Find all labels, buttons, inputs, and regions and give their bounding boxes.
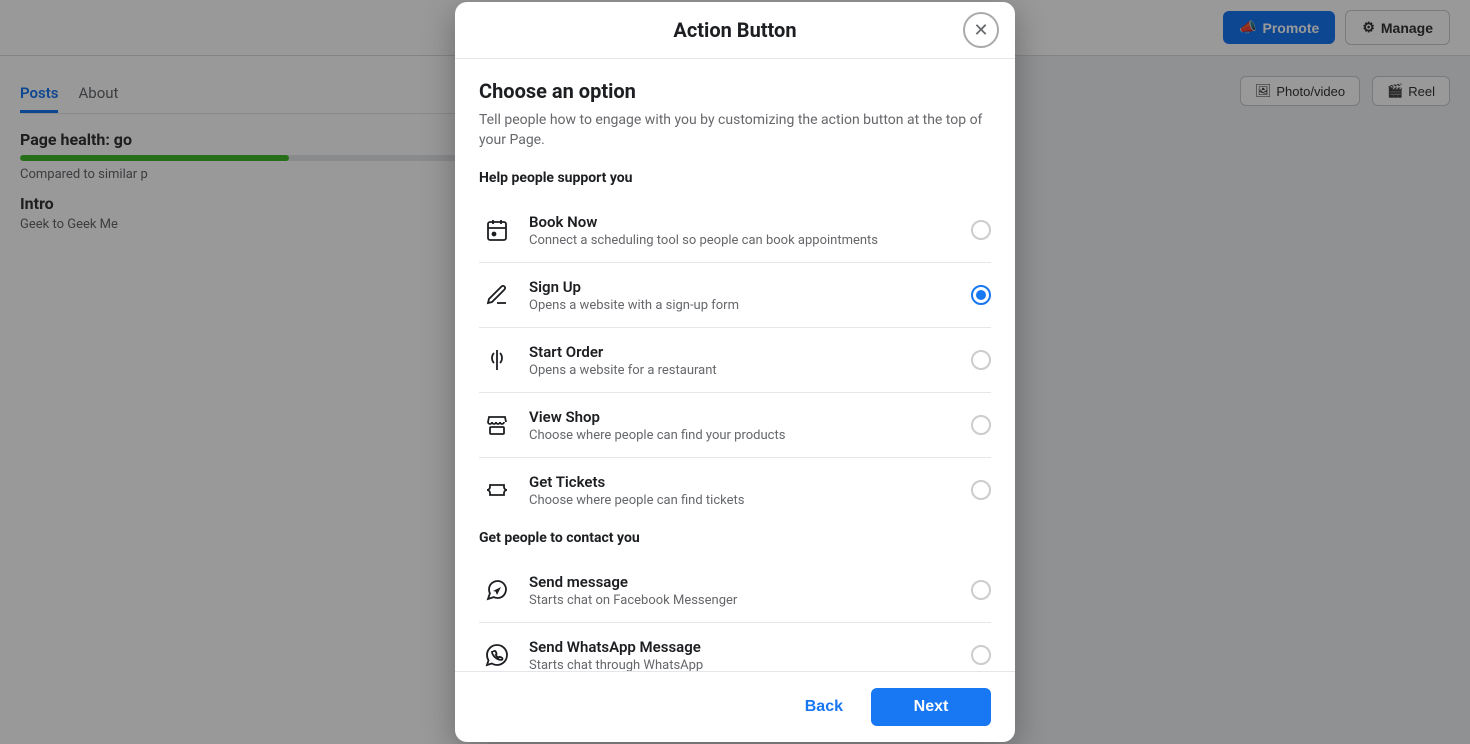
send-whatsapp-text: Send WhatsApp Message Starts chat throug… (529, 638, 957, 671)
start-order-name: Start Order (529, 343, 957, 361)
option-send-message[interactable]: Send message Starts chat on Facebook Mes… (479, 558, 991, 623)
view-shop-text: View Shop Choose where people can find y… (529, 408, 957, 443)
start-order-desc: Opens a website for a restaurant (529, 363, 957, 378)
modal-footer: Back Next (455, 671, 1015, 742)
send-message-icon (479, 572, 515, 608)
modal-intro-text: Tell people how to engage with you by cu… (479, 111, 991, 150)
option-view-shop[interactable]: View Shop Choose where people can find y… (479, 393, 991, 458)
modal-body: Choose an option Tell people how to enga… (455, 59, 1015, 671)
send-whatsapp-desc: Starts chat through WhatsApp (529, 658, 957, 671)
modal-header: Action Button ✕ (455, 2, 1015, 59)
option-get-tickets[interactable]: Get Tickets Choose where people can find… (479, 458, 991, 522)
send-whatsapp-icon (479, 637, 515, 671)
option-start-order[interactable]: Start Order Opens a website for a restau… (479, 328, 991, 393)
book-now-desc: Connect a scheduling tool so people can … (529, 233, 957, 248)
back-button[interactable]: Back (789, 688, 859, 726)
next-button[interactable]: Next (871, 688, 991, 726)
section-support: Help people support you Book Now (479, 170, 991, 522)
book-now-radio[interactable] (971, 220, 991, 240)
book-now-icon (479, 212, 515, 248)
view-shop-radio[interactable] (971, 415, 991, 435)
sign-up-desc: Opens a website with a sign-up form (529, 298, 957, 313)
send-whatsapp-radio[interactable] (971, 645, 991, 665)
section-contact: Get people to contact you Send message S… (479, 530, 991, 671)
option-sign-up[interactable]: Sign Up Opens a website with a sign-up f… (479, 263, 991, 328)
view-shop-icon (479, 407, 515, 443)
sign-up-icon (479, 277, 515, 313)
section-support-label: Help people support you (479, 170, 991, 186)
start-order-icon (479, 342, 515, 378)
send-message-text: Send message Starts chat on Facebook Mes… (529, 573, 957, 608)
get-tickets-radio[interactable] (971, 480, 991, 500)
action-button-modal: Action Button ✕ Choose an option Tell pe… (455, 2, 1015, 742)
view-shop-desc: Choose where people can find your produc… (529, 428, 957, 443)
book-now-text: Book Now Connect a scheduling tool so pe… (529, 213, 957, 248)
get-tickets-desc: Choose where people can find tickets (529, 493, 957, 508)
get-tickets-name: Get Tickets (529, 473, 957, 491)
modal-close-button[interactable]: ✕ (963, 12, 999, 48)
modal-overlay: Action Button ✕ Choose an option Tell pe… (0, 0, 1470, 744)
sign-up-radio[interactable] (971, 285, 991, 305)
close-icon: ✕ (973, 20, 988, 41)
get-tickets-text: Get Tickets Choose where people can find… (529, 473, 957, 508)
sign-up-text: Sign Up Opens a website with a sign-up f… (529, 278, 957, 313)
modal-intro-title: Choose an option (479, 79, 991, 103)
send-message-radio[interactable] (971, 580, 991, 600)
view-shop-name: View Shop (529, 408, 957, 426)
section-contact-label: Get people to contact you (479, 530, 991, 546)
option-send-whatsapp[interactable]: Send WhatsApp Message Starts chat throug… (479, 623, 991, 671)
send-message-name: Send message (529, 573, 957, 591)
send-whatsapp-name: Send WhatsApp Message (529, 638, 957, 656)
get-tickets-icon (479, 472, 515, 508)
send-message-desc: Starts chat on Facebook Messenger (529, 593, 957, 608)
start-order-text: Start Order Opens a website for a restau… (529, 343, 957, 378)
sign-up-name: Sign Up (529, 278, 957, 296)
option-book-now[interactable]: Book Now Connect a scheduling tool so pe… (479, 198, 991, 263)
modal-title: Action Button (673, 18, 796, 42)
start-order-radio[interactable] (971, 350, 991, 370)
book-now-name: Book Now (529, 213, 957, 231)
